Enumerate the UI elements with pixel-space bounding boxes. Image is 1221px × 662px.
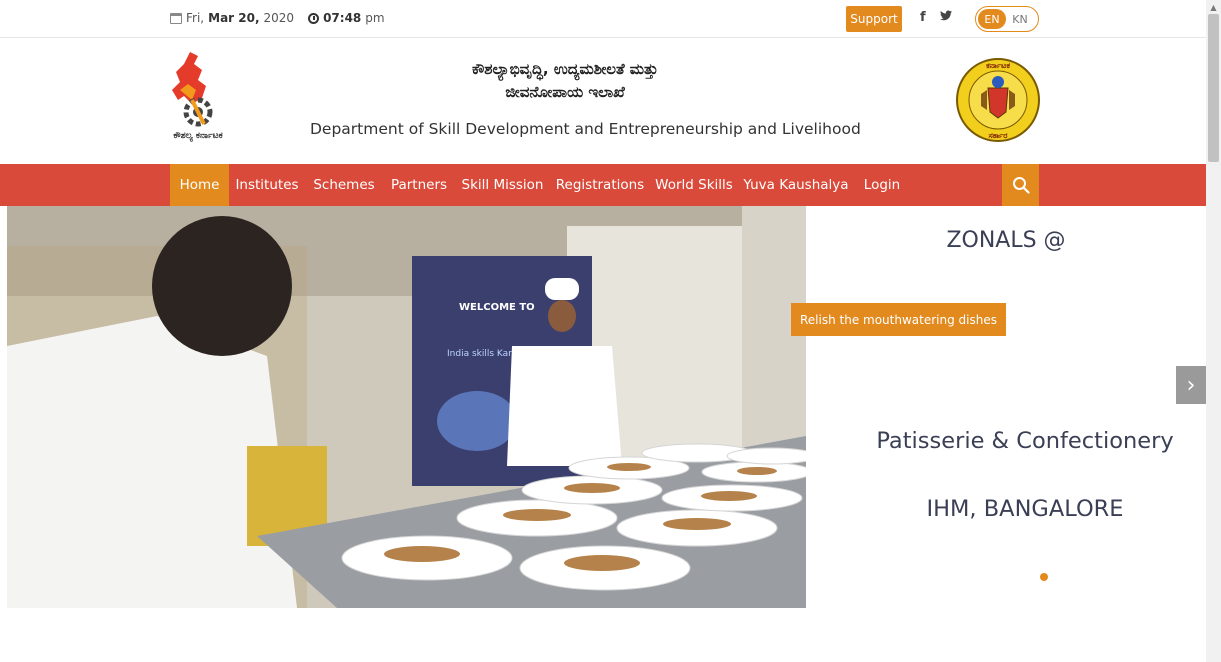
scroll-up-arrow-icon[interactable]: ▲ (1206, 0, 1221, 14)
search-button[interactable] (1002, 164, 1039, 206)
nav-item-login[interactable]: Login (858, 164, 906, 206)
slide-caption: Relish the mouthwatering dishes (791, 303, 1006, 336)
karnataka-government-emblem: ಕರ್ನಾಟಕ ಸರ್ಕಾರ (955, 50, 1041, 150)
support-button[interactable]: Support (846, 6, 902, 32)
kaushalya-karnataka-logo[interactable]: ಕೌಶಲ್ಯ ಕರ್ನಾಟಕ (168, 50, 228, 150)
date-day: Fri, (186, 11, 205, 25)
date-month: Mar 20, (208, 11, 260, 25)
department-title-english: Department of Skill Development and Entr… (310, 120, 861, 138)
top-bar: Fri, Mar 20, 2020 07:48 pm Support f EN … (0, 0, 1206, 38)
time-ampm: pm (365, 11, 385, 25)
nav-item-yuva-kaushalya[interactable]: Yuva Kaushalya (742, 164, 850, 206)
nav-item-world-skills[interactable]: World Skills (654, 164, 734, 206)
date-time: Fri, Mar 20, 2020 07:48 pm (170, 11, 385, 25)
search-icon (1012, 177, 1030, 194)
main-navigation: Home Institutes Schemes Partners Skill M… (0, 164, 1206, 206)
nav-item-home[interactable]: Home (170, 164, 229, 206)
lang-en-button[interactable]: EN (978, 9, 1006, 29)
slider-dot-active[interactable] (1040, 573, 1048, 581)
language-switch: EN KN (975, 6, 1039, 32)
slide-subtitle: Patisserie & Confectionery (876, 428, 1174, 454)
emblem-top-text: ಕರ್ನಾಟಕ (986, 61, 1010, 70)
vertical-scrollbar[interactable]: ▲ (1206, 0, 1221, 662)
title-kn-line2: ಜೀವನೋಪಾಯ ಇಲಾಖೆ (505, 83, 625, 101)
banner-welcome-text: WELCOME TO (459, 302, 535, 313)
twitter-icon[interactable] (940, 10, 952, 25)
nav-item-institutes[interactable]: Institutes (232, 164, 302, 206)
facebook-icon[interactable]: f (920, 10, 926, 25)
clock-icon (308, 12, 320, 24)
date-year: 2020 (263, 11, 295, 25)
calendar-icon (170, 12, 182, 24)
department-title-kannada: ಕೌಶಲ್ಯಾಭಿವೃದ್ಧಿ, ಉದ್ಯಮಶೀಲತೆ ಮತ್ತು ಜೀವನೋಪ… (310, 58, 820, 104)
nav-item-registrations[interactable]: Registrations (554, 164, 646, 206)
lang-kn-button[interactable]: KN (1006, 9, 1034, 29)
nav-item-schemes[interactable]: Schemes (310, 164, 378, 206)
time-value: 07:48 (323, 11, 362, 25)
slide-location: IHM, BANGALORE (926, 496, 1124, 522)
nav-item-partners[interactable]: Partners (386, 164, 452, 206)
slide-heading: ZONALS @ (946, 228, 1066, 253)
slide-photo: WELCOME TO India skills Karnataka (7, 206, 806, 608)
logo-text: ಕೌಶಲ್ಯ ಕರ್ನಾಟಕ (173, 131, 222, 143)
emblem-bottom-text: ಸರ್ಕಾರ (988, 131, 1008, 140)
slider-next-button[interactable]: › (1176, 366, 1206, 404)
nav-item-skill-mission[interactable]: Skill Mission (459, 164, 546, 206)
title-kn-line1: ಕೌಶಲ್ಯಾಭಿವೃದ್ಧಿ, ಉದ್ಯಮಶೀಲತೆ ಮತ್ತು (471, 60, 659, 78)
scroll-thumb[interactable] (1208, 14, 1219, 162)
